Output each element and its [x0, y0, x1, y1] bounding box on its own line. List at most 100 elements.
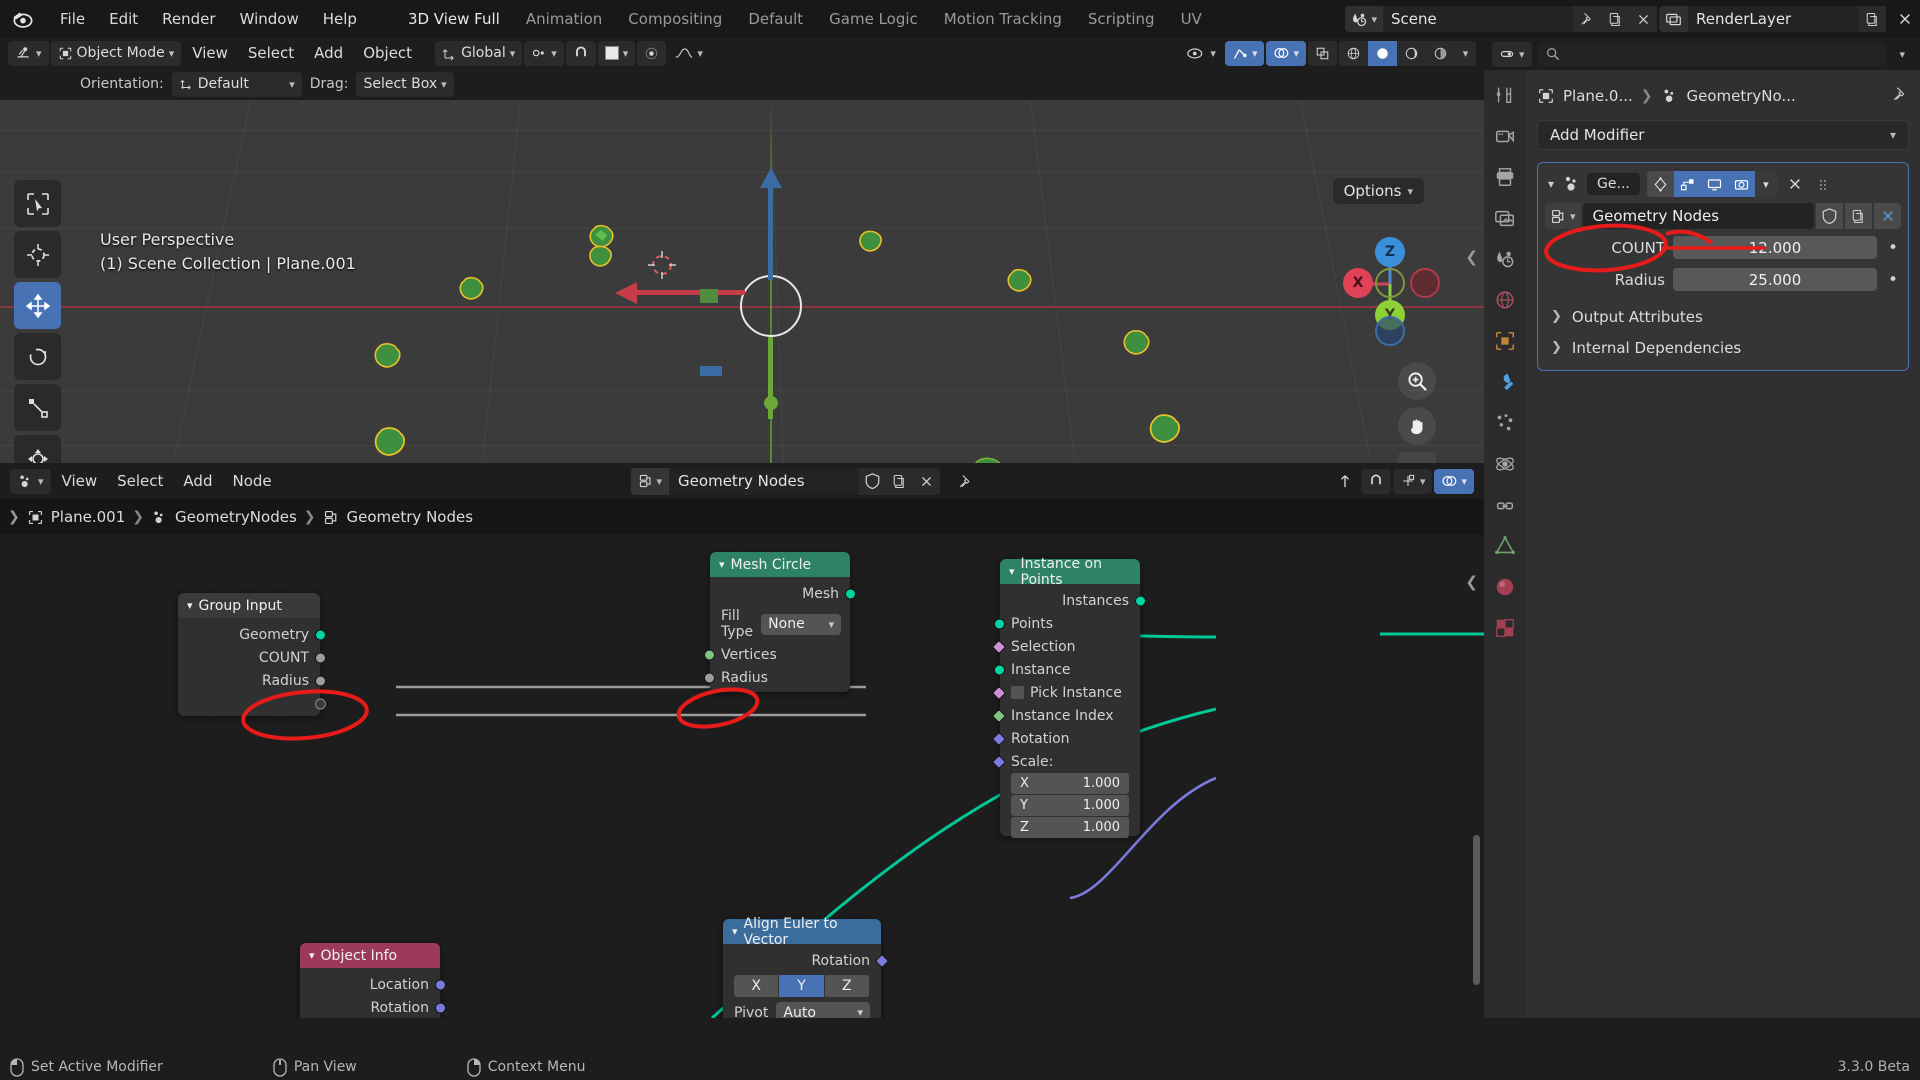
node-sidebar-toggle[interactable]: ❮ [1465, 573, 1478, 591]
gizmo-z-arrow[interactable] [758, 168, 784, 190]
node-group-input[interactable]: ▾ Group Input Geometry COUNT Radius [178, 593, 326, 716]
workspace-tab-uv[interactable]: UV [1168, 8, 1215, 30]
scene-close-icon[interactable] [1629, 6, 1657, 32]
count-animate-dot[interactable]: • [1885, 239, 1901, 256]
socket-row-rotation[interactable]: Rotation [991, 727, 1140, 750]
breadcrumb-modifier[interactable]: GeometryNodes [151, 508, 297, 526]
node-instance-on-points[interactable]: ▾ Instance on Points Instances Points Se… [991, 556, 1146, 838]
node-overlay-icon[interactable]: ▾ [1434, 468, 1474, 494]
menu-edit[interactable]: Edit [97, 8, 150, 30]
properties-tab-physics[interactable] [1492, 451, 1518, 477]
properties-tab-modifiers[interactable] [1492, 369, 1518, 395]
node-snap-mode-icon[interactable]: ▾ [1392, 468, 1433, 494]
pan-hand-icon[interactable] [1398, 407, 1436, 445]
axis-toggle-x[interactable]: X [734, 975, 780, 997]
zoom-icon[interactable] [1398, 362, 1436, 400]
properties-breadcrumb-object[interactable]: Plane.0... [1563, 87, 1633, 105]
socket-row-selection[interactable]: Selection [991, 635, 1140, 658]
tool-rotate[interactable] [14, 333, 61, 380]
shading-dropdown-icon[interactable]: ▾ [1455, 41, 1476, 66]
properties-tab-texture[interactable] [1492, 615, 1518, 641]
socket-location-out[interactable] [435, 979, 446, 990]
socket-radius-out[interactable] [315, 675, 326, 686]
editor-type-icon[interactable]: ▾ [8, 40, 49, 66]
gizmo-axis-neg-y[interactable] [1375, 268, 1405, 298]
node-header-mesh-circle[interactable]: ▾ Mesh Circle [710, 552, 850, 577]
socket-row-count[interactable]: COUNT [178, 646, 326, 669]
tool-select-box[interactable] [14, 180, 61, 227]
menu-file[interactable]: File [48, 8, 97, 30]
gizmo-plane-xy[interactable] [700, 366, 722, 376]
section-output-attributes[interactable]: ❯ Output Attributes [1545, 301, 1901, 332]
workspace-tab-motion-tracking[interactable]: Motion Tracking [931, 8, 1075, 30]
workspace-tab-game-logic[interactable]: Game Logic [816, 8, 931, 30]
properties-tab-particles[interactable] [1492, 410, 1518, 436]
node-editor-scrollbar[interactable] [1473, 835, 1480, 985]
socket-row-pick-instance[interactable]: Pick Instance [991, 681, 1140, 704]
socket-instances-out[interactable] [1135, 595, 1146, 606]
node-header-group-input[interactable]: ▾ Group Input [178, 593, 320, 618]
node-pin-icon[interactable] [950, 469, 981, 494]
shading-mode-group[interactable]: ▾ [1339, 40, 1476, 66]
breadcrumb-expand-icon[interactable]: ❯ [8, 509, 20, 525]
modifier-delete-icon[interactable] [1782, 171, 1809, 197]
fake-user-icon[interactable] [1816, 203, 1843, 229]
socket-radius-in[interactable] [704, 672, 715, 683]
properties-tab-scene[interactable] [1492, 246, 1518, 272]
node-snap-up-icon[interactable] [1331, 469, 1359, 494]
duplicate-icon[interactable] [1845, 203, 1872, 229]
modifier-toggle-render[interactable] [1727, 171, 1755, 197]
pivot-point-selector[interactable]: ▾ [524, 40, 564, 66]
menu-render[interactable]: Render [150, 8, 227, 30]
properties-tab-tool[interactable] [1492, 82, 1518, 108]
properties-breadcrumb-modifier[interactable]: GeometryNo... [1687, 87, 1796, 105]
node-editor-type-icon[interactable]: ▾ [10, 468, 51, 494]
socket-points-in[interactable] [994, 618, 1005, 629]
align-axis-toggle[interactable]: X Y Z [734, 975, 870, 997]
properties-tab-constraints[interactable] [1492, 492, 1518, 518]
pin-icon[interactable] [1573, 6, 1601, 32]
tool-move[interactable] [14, 282, 61, 329]
snap-target-selector[interactable]: ▾ [597, 40, 636, 66]
node-tree-selector[interactable]: ▾ Geometry Nodes [630, 467, 941, 495]
node-header-object-info[interactable]: ▾ Object Info [300, 943, 440, 968]
socket-row-radius-in[interactable]: Radius [704, 666, 850, 689]
gizmo-plane-yz[interactable] [700, 289, 718, 303]
menu-help[interactable]: Help [311, 8, 369, 30]
properties-tab-render[interactable] [1492, 123, 1518, 149]
gizmo-axis-neg-z[interactable] [1375, 316, 1405, 346]
node-tree-name-field[interactable]: Geometry Nodes [669, 467, 860, 495]
viewlayer-selector[interactable]: RenderLayer [1659, 6, 1886, 32]
workspace-tab-animation[interactable]: Animation [513, 8, 615, 30]
proportional-edit-icon[interactable] [637, 40, 667, 66]
duplicate-icon[interactable] [886, 468, 913, 495]
gizmo-axis-x[interactable]: X [1343, 268, 1373, 298]
socket-vertices-in[interactable] [704, 649, 715, 660]
node-header-instance-on-points[interactable]: ▾ Instance on Points [1000, 556, 1140, 588]
snap-magnet-icon[interactable] [565, 40, 596, 66]
add-modifier-button[interactable]: Add Modifier ▾ [1537, 120, 1909, 150]
transform-orientation-selector[interactable]: Global ▾ [435, 40, 523, 66]
shading-rendered-icon[interactable] [1426, 41, 1455, 66]
radius-animate-dot[interactable]: • [1885, 271, 1901, 288]
node-header-align-euler[interactable]: ▾ Align Euler to Vector [723, 916, 881, 948]
socket-row-radius[interactable]: Radius [178, 669, 326, 692]
socket-obj-rotation-out[interactable] [435, 1002, 446, 1013]
workspace-tab-compositing[interactable]: Compositing [615, 8, 735, 30]
fill-type-dropdown[interactable]: None ▾ [761, 613, 842, 635]
viewport-menu-object[interactable]: Object [354, 41, 421, 66]
gizmo-axis-z[interactable]: Z [1375, 237, 1405, 267]
count-value-field[interactable]: 12.000 [1673, 236, 1877, 259]
modifier-name-tag[interactable]: Ge... [1587, 173, 1640, 195]
socket-row-align-rotation[interactable]: Rotation [723, 949, 890, 972]
mode-selector[interactable]: Object Mode ▾ [50, 40, 182, 66]
viewport-menu-view[interactable]: View [183, 41, 237, 66]
scale-z-field[interactable]: Z 1.000 [1011, 817, 1129, 838]
node-menu-select[interactable]: Select [108, 469, 172, 494]
scale-x-field[interactable]: X 1.000 [1011, 773, 1129, 794]
gizmo-toggle-icon[interactable]: ▾ [1224, 40, 1265, 66]
visibility-eye-icon[interactable]: ▾ [1180, 41, 1223, 66]
properties-tab-data[interactable] [1492, 533, 1518, 559]
viewport-options-button[interactable]: Options ▾ [1332, 178, 1424, 204]
node-align-euler-to-vector[interactable]: ▾ Align Euler to Vector Rotation X Y Z P… [723, 916, 890, 1018]
